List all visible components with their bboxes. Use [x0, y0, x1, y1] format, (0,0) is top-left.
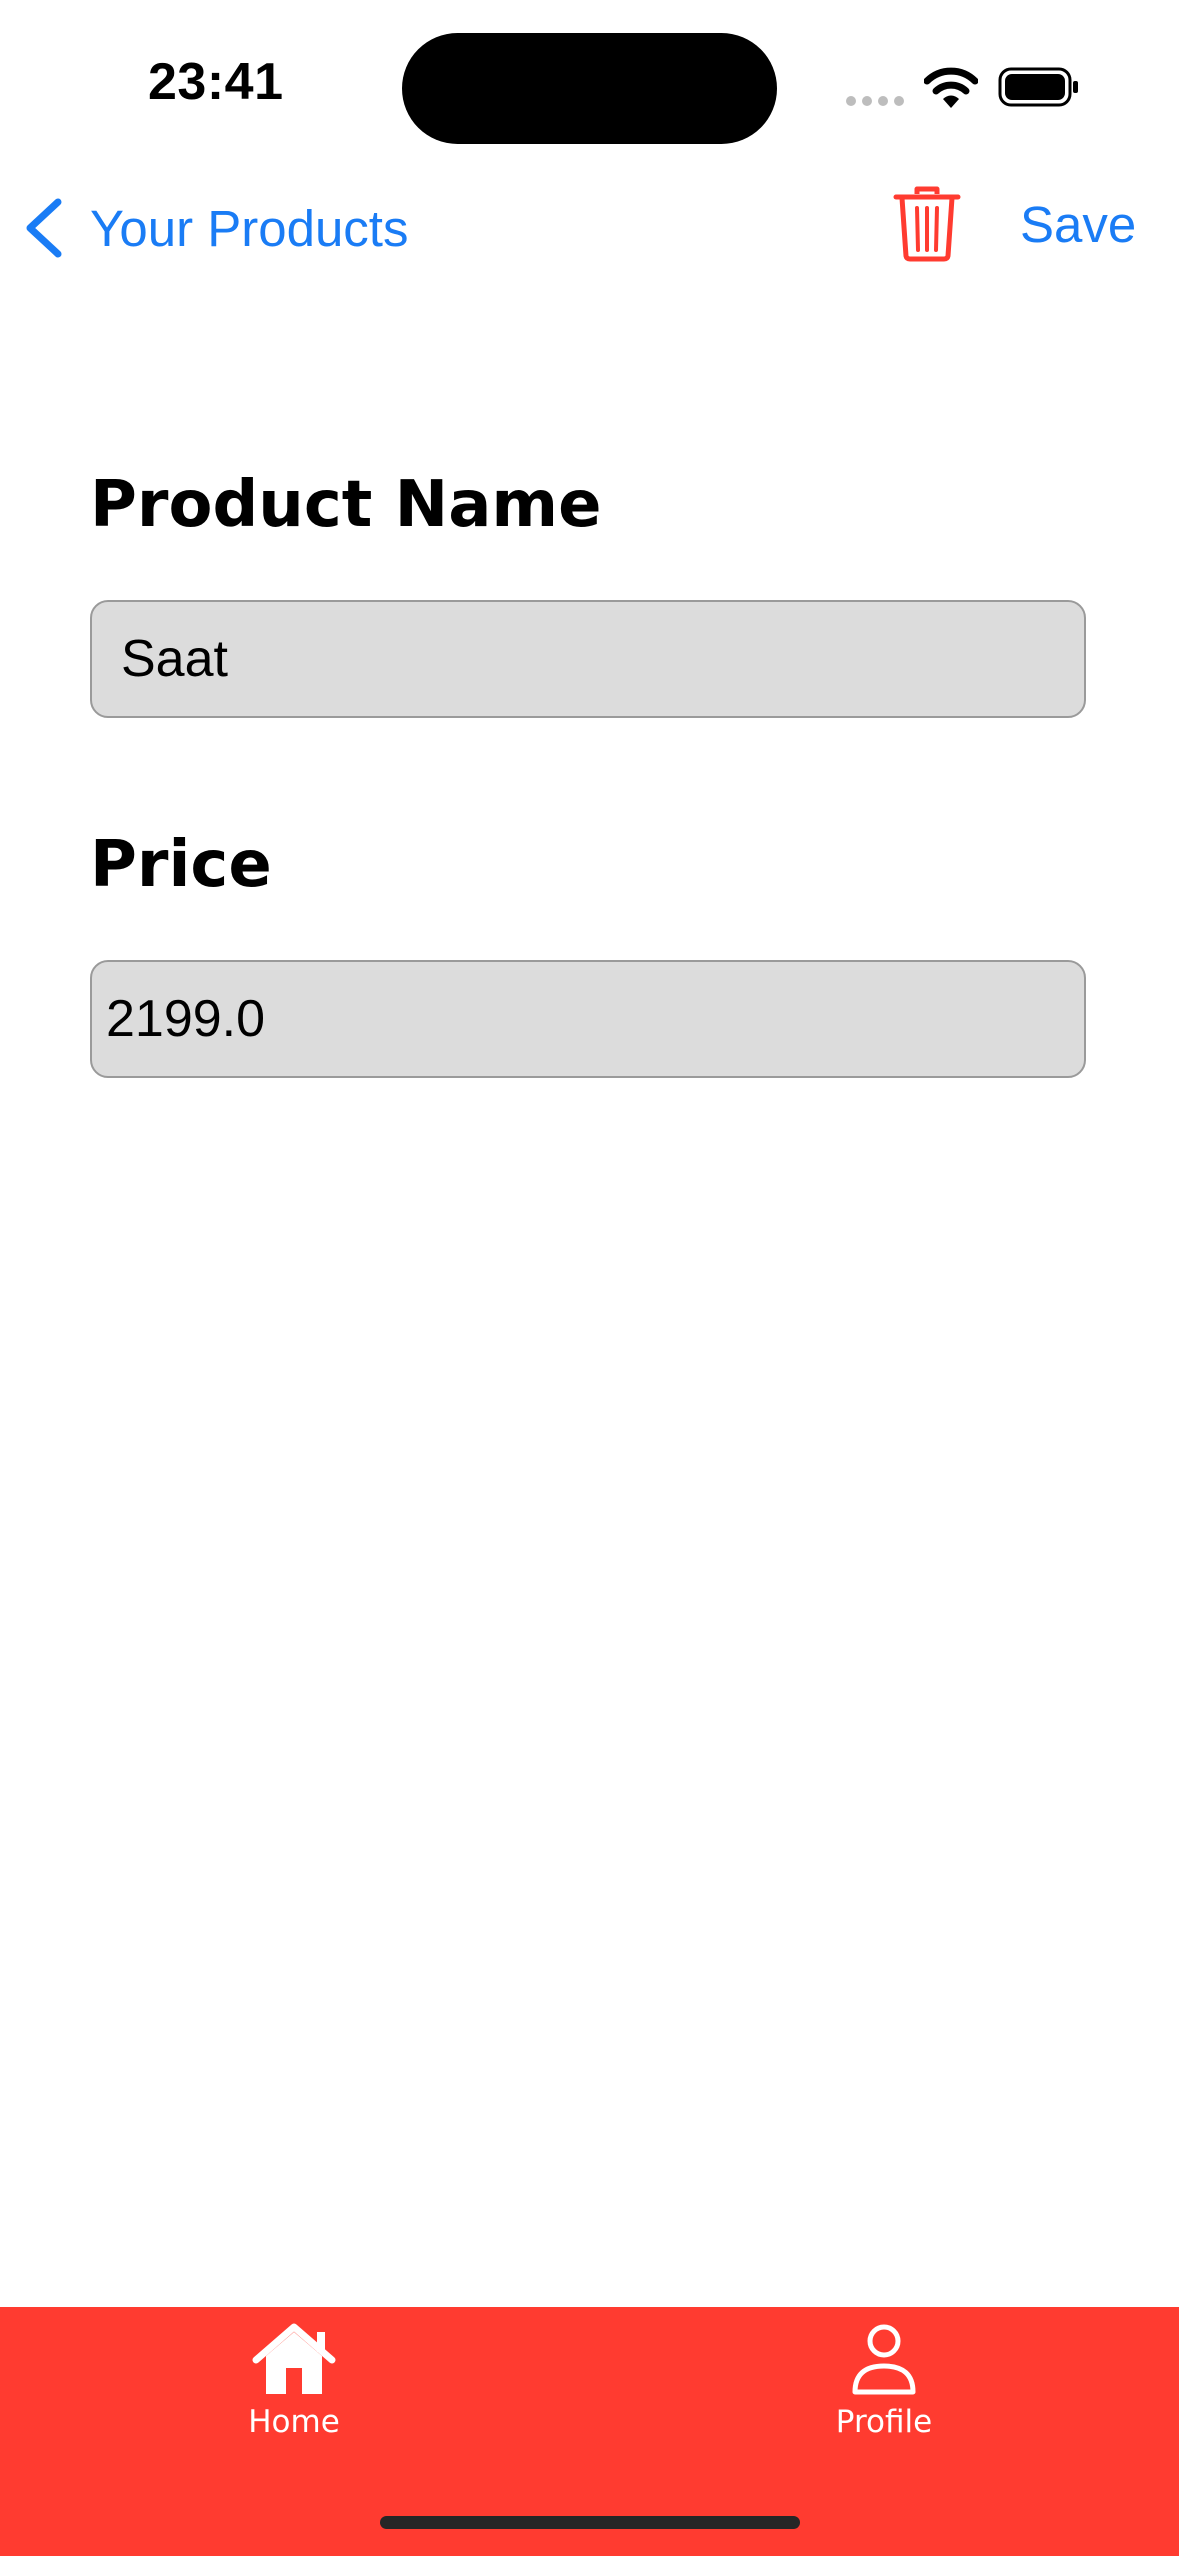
chevron-left-icon — [26, 198, 62, 258]
person-icon — [852, 2324, 916, 2395]
price-label: Price — [90, 828, 272, 902]
product-name-field[interactable] — [90, 600, 1086, 718]
tab-profile-label: Profile — [835, 2404, 933, 2440]
tab-home-label: Home — [248, 2404, 340, 2440]
product-name-label: Product Name — [90, 468, 602, 542]
back-button[interactable]: Your Products — [22, 190, 408, 266]
home-icon — [252, 2323, 336, 2394]
cellular-signal-icon — [846, 96, 904, 106]
tab-profile[interactable]: Profile — [764, 2322, 1004, 2440]
wifi-icon — [924, 67, 978, 108]
dynamic-island — [402, 33, 777, 144]
trash-icon[interactable] — [892, 186, 962, 262]
save-button[interactable]: Save — [1020, 195, 1136, 254]
tab-home[interactable]: Home — [174, 2322, 414, 2440]
status-time: 23:41 — [148, 53, 284, 111]
battery-icon — [998, 67, 1078, 107]
back-label: Your Products — [90, 199, 409, 257]
home-indicator[interactable] — [380, 2516, 800, 2529]
price-field[interactable] — [90, 960, 1086, 1078]
